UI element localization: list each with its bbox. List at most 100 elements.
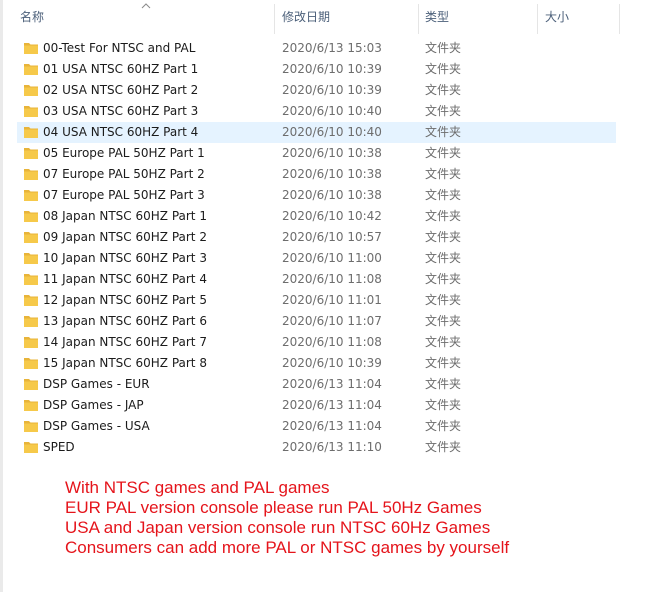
modified-date: 2020/6/10 10:38: [282, 188, 382, 202]
folder-name: DSP Games - USA: [43, 419, 150, 433]
promo-note: With NTSC games and PAL games EUR PAL ve…: [65, 478, 509, 558]
folder-icon: [24, 148, 38, 159]
modified-date: 2020/6/10 11:07: [282, 314, 382, 328]
folder-icon: [24, 169, 38, 180]
item-type: 文件夹: [425, 251, 462, 265]
item-type: 文件夹: [425, 167, 462, 181]
item-type: 文件夹: [425, 377, 462, 391]
folder-name: DSP Games - EUR: [43, 377, 150, 391]
folder-icon: [24, 64, 38, 75]
modified-date: 2020/6/13 11:10: [282, 440, 382, 454]
column-divider[interactable]: [619, 4, 620, 34]
folder-row[interactable]: 04 USA NTSC 60HZ Part 4 2020/6/10 10:40 文件…: [17, 122, 616, 143]
folder-row[interactable]: 03 USA NTSC 60HZ Part 3 2020/6/10 10:40 文件…: [17, 101, 616, 122]
folder-row[interactable]: 10 Japan NTSC 60HZ Part 3 2020/6/10 11:00…: [17, 248, 616, 269]
folder-icon: [24, 337, 38, 348]
modified-date: 2020/6/13 11:04: [282, 398, 382, 412]
folder-row[interactable]: DSP Games - JAP 2020/6/13 11:04 文件夹: [17, 395, 616, 416]
modified-date: 2020/6/10 10:40: [282, 104, 382, 118]
folder-name: 11 Japan NTSC 60HZ Part 4: [43, 272, 207, 286]
note-line: USA and Japan version console run NTSC 6…: [65, 518, 491, 537]
item-type: 文件夹: [425, 356, 462, 370]
item-type: 文件夹: [425, 335, 462, 349]
folder-icon: [24, 232, 38, 243]
folder-name: 07 Europe PAL 50HZ Part 2: [43, 167, 205, 181]
folder-icon: [24, 127, 38, 138]
folder-row[interactable]: 13 Japan NTSC 60HZ Part 6 2020/6/10 11:07…: [17, 311, 616, 332]
folder-icon: [24, 85, 38, 96]
item-type: 文件夹: [425, 83, 462, 97]
modified-date: 2020/6/10 10:38: [282, 146, 382, 160]
column-divider[interactable]: [418, 4, 419, 34]
modified-date: 2020/6/13 11:04: [282, 377, 382, 391]
folder-row[interactable]: 05 Europe PAL 50HZ Part 1 2020/6/10 10:38…: [17, 143, 616, 164]
item-type: 文件夹: [425, 188, 462, 202]
folder-row[interactable]: 07 Europe PAL 50HZ Part 2 2020/6/10 10:38…: [17, 164, 616, 185]
folder-icon: [24, 190, 38, 201]
item-type: 文件夹: [425, 41, 462, 55]
folder-name: 05 Europe PAL 50HZ Part 1: [43, 146, 205, 160]
folder-name: 10 Japan NTSC 60HZ Part 3: [43, 251, 207, 265]
folder-icon: [24, 442, 38, 453]
modified-date: 2020/6/10 11:08: [282, 272, 382, 286]
folder-row[interactable]: 02 USA NTSC 60HZ Part 2 2020/6/10 10:39 文件…: [17, 80, 616, 101]
item-type: 文件夹: [425, 440, 462, 454]
modified-date: 2020/6/10 10:42: [282, 209, 382, 223]
folder-icon: [24, 253, 38, 264]
modified-date: 2020/6/10 11:01: [282, 293, 382, 307]
folder-icon: [24, 295, 38, 306]
item-type: 文件夹: [425, 230, 462, 244]
modified-date: 2020/6/10 10:57: [282, 230, 382, 244]
modified-date: 2020/6/10 10:39: [282, 62, 382, 76]
column-divider[interactable]: [537, 4, 538, 34]
column-header-size[interactable]: 大小: [545, 0, 615, 34]
folder-name: 08 Japan NTSC 60HZ Part 1: [43, 209, 207, 223]
item-type: 文件夹: [425, 62, 462, 76]
folder-row[interactable]: 09 Japan NTSC 60HZ Part 2 2020/6/10 10:57…: [17, 227, 616, 248]
folder-name: 13 Japan NTSC 60HZ Part 6: [43, 314, 207, 328]
folder-row[interactable]: 08 Japan NTSC 60HZ Part 1 2020/6/10 10:42…: [17, 206, 616, 227]
folder-name: 03 USA NTSC 60HZ Part 3: [43, 104, 199, 118]
note-line: EUR PAL version console please run PAL 5…: [65, 498, 482, 517]
folder-icon: [24, 43, 38, 54]
folder-row[interactable]: DSP Games - EUR 2020/6/13 11:04 文件夹: [17, 374, 616, 395]
item-type: 文件夹: [425, 419, 462, 433]
folder-row[interactable]: 00-Test For NTSC and PAL 2020/6/13 15:03 文…: [17, 38, 616, 59]
folder-row[interactable]: SPED 2020/6/13 11:10 文件夹: [17, 437, 616, 458]
folder-name: 00-Test For NTSC and PAL: [43, 41, 196, 55]
column-divider[interactable]: [274, 4, 275, 34]
folder-icon: [24, 400, 38, 411]
item-type: 文件夹: [425, 209, 462, 223]
folder-icon: [24, 421, 38, 432]
modified-date: 2020/6/13 15:03: [282, 41, 382, 55]
folder-name: 15 Japan NTSC 60HZ Part 8: [43, 356, 207, 370]
folder-name: 07 Europe PAL 50HZ Part 3: [43, 188, 205, 202]
column-header-type[interactable]: 类型: [425, 0, 535, 34]
column-header-bar: 名称 修改日期 类型 大小: [0, 0, 661, 34]
column-header-modified[interactable]: 修改日期: [282, 0, 412, 34]
folder-name: 02 USA NTSC 60HZ Part 2: [43, 83, 199, 97]
folder-row[interactable]: 11 Japan NTSC 60HZ Part 4 2020/6/10 11:08…: [17, 269, 616, 290]
column-header-name[interactable]: 名称: [20, 0, 270, 34]
folder-row[interactable]: DSP Games - USA 2020/6/13 11:04 文件夹: [17, 416, 616, 437]
folder-row[interactable]: 14 Japan NTSC 60HZ Part 7 2020/6/10 11:08…: [17, 332, 616, 353]
folder-row[interactable]: 12 Japan NTSC 60HZ Part 5 2020/6/10 11:01…: [17, 290, 616, 311]
modified-date: 2020/6/10 10:40: [282, 125, 382, 139]
folder-row[interactable]: 07 Europe PAL 50HZ Part 3 2020/6/10 10:38…: [17, 185, 616, 206]
item-type: 文件夹: [425, 293, 462, 307]
folder-icon: [24, 211, 38, 222]
modified-date: 2020/6/10 11:00: [282, 251, 382, 265]
modified-date: 2020/6/10 11:08: [282, 335, 382, 349]
folder-icon: [24, 358, 38, 369]
item-type: 文件夹: [425, 104, 462, 118]
folder-icon: [24, 316, 38, 327]
folder-icon: [24, 379, 38, 390]
modified-date: 2020/6/10 10:39: [282, 83, 382, 97]
modified-date: 2020/6/10 10:38: [282, 167, 382, 181]
folder-row[interactable]: 01 USA NTSC 60HZ Part 1 2020/6/10 10:39 文件…: [17, 59, 616, 80]
folder-name: 14 Japan NTSC 60HZ Part 7: [43, 335, 207, 349]
folder-row[interactable]: 15 Japan NTSC 60HZ Part 8 2020/6/10 10:39…: [17, 353, 616, 374]
folder-icon: [24, 106, 38, 117]
note-line: With NTSC games and PAL games: [65, 478, 330, 497]
folder-name: DSP Games - JAP: [43, 398, 144, 412]
